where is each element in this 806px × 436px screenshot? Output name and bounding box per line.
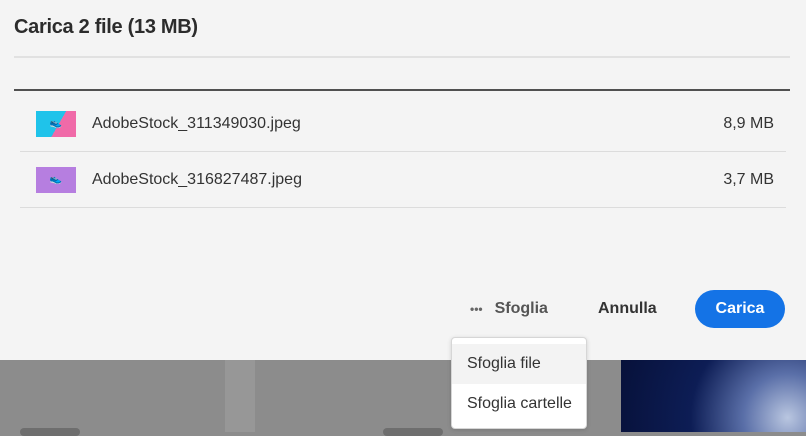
file-size: 8,9 MB — [723, 114, 774, 132]
file-thumbnail: 👟 — [36, 110, 76, 137]
background-image — [621, 360, 806, 432]
file-row: 👟 AdobeStock_311349030.jpeg 8,9 MB — [20, 96, 786, 152]
browse-label: Sfoglia — [494, 300, 548, 317]
background-panel — [0, 360, 225, 432]
background-chip — [20, 428, 80, 436]
more-icon: ••• — [470, 302, 483, 316]
dialog-title: Carica 2 file (13 MB) — [14, 16, 198, 38]
menu-item-browse-folders[interactable]: Sfoglia cartelle — [452, 384, 586, 424]
divider — [14, 89, 790, 91]
file-thumbnail: 👟 — [36, 166, 76, 193]
upload-button[interactable]: Carica — [695, 290, 785, 328]
menu-item-browse-files[interactable]: Sfoglia file — [452, 344, 586, 384]
file-row: 👟 AdobeStock_316827487.jpeg 3,7 MB — [20, 152, 786, 208]
cancel-button[interactable]: Annulla — [598, 290, 657, 328]
divider — [14, 56, 790, 58]
file-size: 3,7 MB — [723, 170, 774, 188]
background-gap — [225, 360, 255, 432]
browse-button[interactable]: ••• Sfoglia — [470, 290, 548, 328]
upload-dialog: Carica 2 file (13 MB) 👟 AdobeStock_31134… — [0, 0, 806, 360]
file-name: AdobeStock_316827487.jpeg — [92, 170, 302, 188]
background-chip — [383, 428, 443, 436]
browse-menu: Sfoglia file Sfoglia cartelle — [451, 337, 587, 429]
file-name: AdobeStock_311349030.jpeg — [92, 114, 301, 132]
